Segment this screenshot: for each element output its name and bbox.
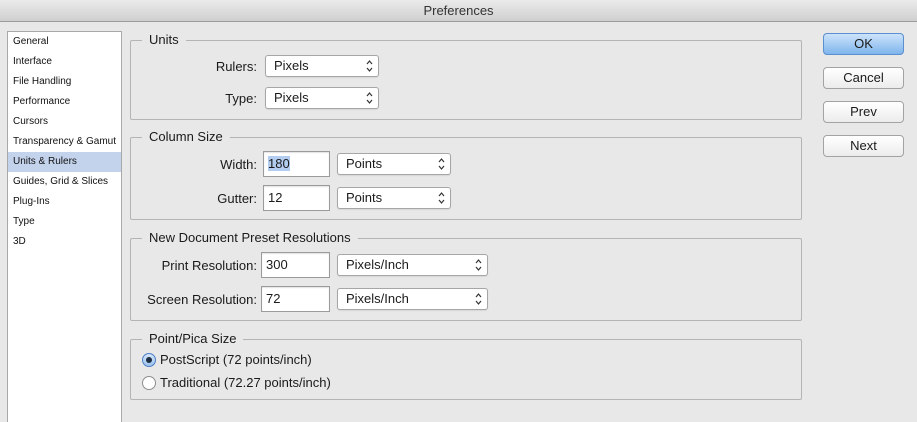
sidebar-item-plug-ins[interactable]: Plug-Ins xyxy=(8,192,121,212)
sidebar-item-transparency-gamut[interactable]: Transparency & Gamut xyxy=(8,132,121,152)
preferences-sidebar: General Interface File Handling Performa… xyxy=(7,31,122,422)
cancel-button[interactable]: Cancel xyxy=(823,67,904,89)
next-button[interactable]: Next xyxy=(823,135,904,157)
rulers-value: Pixels xyxy=(274,58,309,73)
print-resolution-unit-value: Pixels/Inch xyxy=(346,257,409,272)
units-group: Units xyxy=(130,32,802,120)
rulers-label: Rulers: xyxy=(215,59,257,74)
screen-resolution-field[interactable]: 72 xyxy=(261,286,330,312)
gutter-field[interactable]: 12 xyxy=(263,185,330,211)
postscript-radio[interactable] xyxy=(142,353,156,367)
gutter-unit-value: Points xyxy=(346,190,383,205)
screen-resolution-unit-select[interactable]: Pixels/Inch xyxy=(337,288,488,310)
up-down-chevron-icon xyxy=(366,60,373,72)
window-title: Preferences xyxy=(0,0,917,22)
column-size-legend: Column Size xyxy=(142,129,230,145)
ok-button[interactable]: OK xyxy=(823,33,904,55)
sidebar-item-performance[interactable]: Performance xyxy=(8,92,121,112)
sidebar-item-type[interactable]: Type xyxy=(8,212,121,232)
print-resolution-value: 300 xyxy=(266,257,288,272)
units-legend: Units xyxy=(142,32,186,48)
screen-resolution-label: Screen Resolution: xyxy=(147,292,257,307)
width-label: Width: xyxy=(220,157,257,172)
up-down-chevron-icon xyxy=(366,92,373,104)
point-pica-legend: Point/Pica Size xyxy=(142,331,244,347)
width-field[interactable]: 180 xyxy=(263,151,330,177)
width-unit-value: Points xyxy=(346,156,383,171)
postscript-label[interactable]: PostScript (72 points/inch) xyxy=(160,352,312,368)
type-value: Pixels xyxy=(274,90,309,105)
up-down-chevron-icon xyxy=(438,158,445,170)
type-label: Type: xyxy=(225,91,257,106)
sidebar-item-3d[interactable]: 3D xyxy=(8,232,121,252)
type-select[interactable]: Pixels xyxy=(265,87,379,109)
sidebar-item-guides-grid-slices[interactable]: Guides, Grid & Slices xyxy=(8,172,121,192)
up-down-chevron-icon xyxy=(438,192,445,204)
screen-resolution-unit-value: Pixels/Inch xyxy=(346,291,409,306)
column-size-group: Column Size xyxy=(130,129,802,220)
sidebar-item-cursors[interactable]: Cursors xyxy=(8,112,121,132)
sidebar-item-interface[interactable]: Interface xyxy=(8,52,121,72)
radio-selected-dot xyxy=(146,357,152,363)
traditional-label[interactable]: Traditional (72.27 points/inch) xyxy=(160,375,331,391)
print-resolution-label: Print Resolution: xyxy=(161,258,257,273)
print-resolution-field[interactable]: 300 xyxy=(261,252,330,278)
gutter-unit-select[interactable]: Points xyxy=(337,187,451,209)
resolutions-legend: New Document Preset Resolutions xyxy=(142,230,358,246)
width-value: 180 xyxy=(268,156,290,171)
up-down-chevron-icon xyxy=(475,293,482,305)
print-resolution-unit-select[interactable]: Pixels/Inch xyxy=(337,254,488,276)
screen-resolution-value: 72 xyxy=(266,291,281,306)
traditional-radio[interactable] xyxy=(142,376,156,390)
width-unit-select[interactable]: Points xyxy=(337,153,451,175)
rulers-select[interactable]: Pixels xyxy=(265,55,379,77)
sidebar-item-general[interactable]: General xyxy=(8,32,121,52)
sidebar-item-file-handling[interactable]: File Handling xyxy=(8,72,121,92)
up-down-chevron-icon xyxy=(475,259,482,271)
prev-button[interactable]: Prev xyxy=(823,101,904,123)
gutter-value: 12 xyxy=(268,190,283,205)
sidebar-item-units-rulers[interactable]: Units & Rulers xyxy=(8,152,121,172)
gutter-label: Gutter: xyxy=(217,191,257,206)
